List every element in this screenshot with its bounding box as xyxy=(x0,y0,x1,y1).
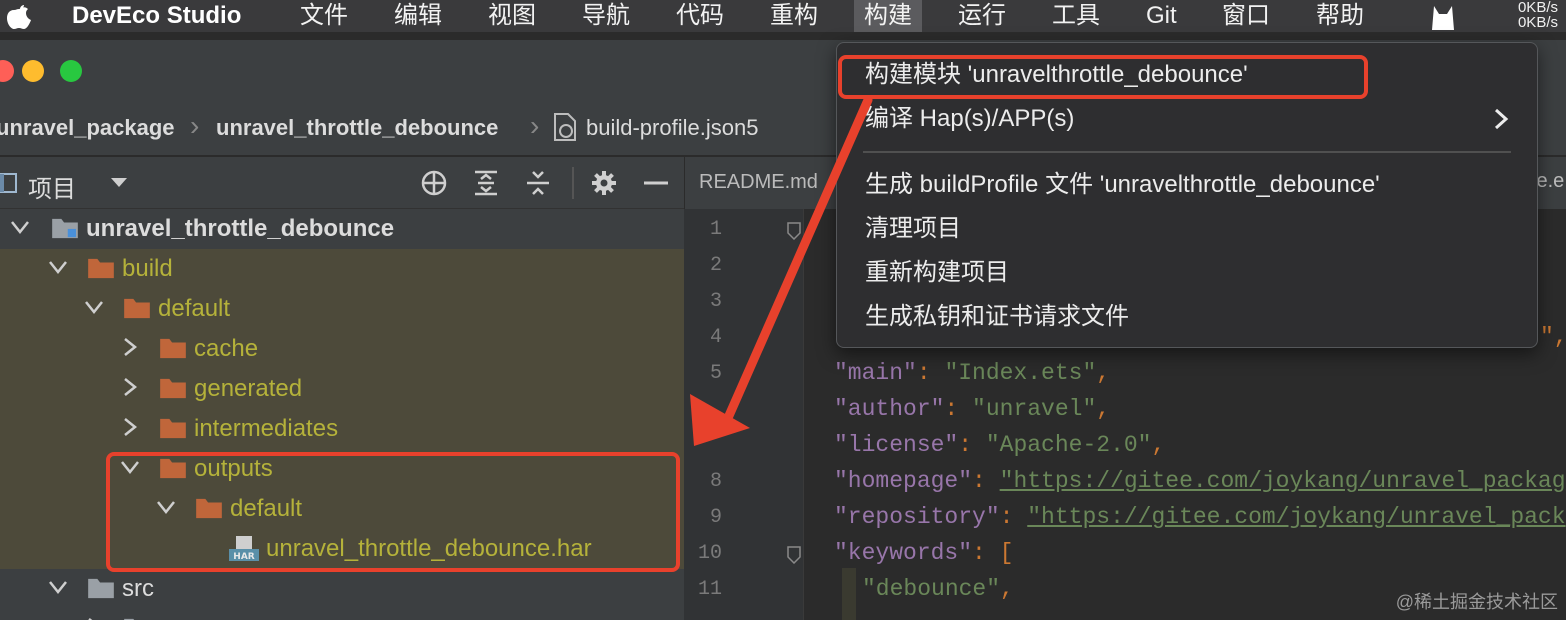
json-file-icon xyxy=(554,113,576,141)
folder-icon xyxy=(160,338,186,359)
line-number: 5 xyxy=(709,362,722,385)
tree-row-intermediates[interactable]: intermediates xyxy=(0,409,684,449)
menu-item-clean-project[interactable]: 清理项目 xyxy=(865,214,961,244)
code-line: "homepage": "https://gitee.com/joykang/u… xyxy=(834,468,1566,494)
zoom-window-button[interactable] xyxy=(60,60,82,82)
tree-row-cache[interactable]: cache xyxy=(0,329,684,369)
line-number: 11 xyxy=(697,578,722,601)
breadcrumb-item[interactable]: unravel_package xyxy=(0,114,175,142)
tab-readme[interactable]: README.md xyxy=(699,171,818,194)
menu-item-generate-key-csr[interactable]: 生成私钥和证书请求文件 xyxy=(865,302,1129,332)
menu-navigate[interactable]: 导航 xyxy=(582,0,630,32)
tree-label: default xyxy=(158,295,231,322)
breadcrumb-item[interactable]: build-profile.json5 xyxy=(586,114,758,142)
breadcrumb-separator-icon: › xyxy=(190,110,200,141)
menu-run[interactable]: 运行 xyxy=(958,0,1006,32)
menu-help[interactable]: 帮助 xyxy=(1316,0,1364,32)
folder-icon xyxy=(88,258,114,279)
menu-item-rebuild-project[interactable]: 重新构建项目 xyxy=(865,258,1009,288)
tree-row-default[interactable]: default xyxy=(0,289,684,329)
chevron-down-icon[interactable] xyxy=(48,577,68,597)
menu-tools[interactable]: 工具 xyxy=(1052,0,1100,32)
watermark: @稀土掘金技术社区 xyxy=(1395,592,1558,612)
project-view-icon xyxy=(0,173,17,193)
folder-icon xyxy=(160,378,186,399)
folder-icon xyxy=(88,578,114,599)
line-number: 9 xyxy=(709,506,722,529)
tree-label: unravel_throttle_debounce xyxy=(86,215,395,242)
chevron-right-icon[interactable] xyxy=(120,417,140,437)
tree-label: src xyxy=(122,575,154,602)
network-speed: 0KB/s 0KB/s xyxy=(1518,0,1558,30)
highlight-box-har-output xyxy=(106,452,680,572)
locate-file-icon[interactable] xyxy=(420,169,448,197)
menu-git[interactable]: Git xyxy=(1146,0,1177,32)
menu-item-generate-build-profile[interactable]: 生成 buildProfile 文件 'unravelthrottle_debo… xyxy=(865,170,1380,200)
chevron-down-icon[interactable] xyxy=(84,297,104,317)
chevron-down-icon[interactable] xyxy=(10,217,30,237)
minimize-panel-icon[interactable] xyxy=(642,169,670,197)
gear-icon[interactable] xyxy=(590,169,618,197)
chevron-right-icon[interactable] xyxy=(120,337,140,357)
tree-row-partial[interactable] xyxy=(0,609,684,620)
collapse-all-icon[interactable] xyxy=(524,169,552,197)
code-line: "keywords": [ xyxy=(834,540,1014,566)
menu-refactor[interactable]: 重构 xyxy=(770,0,818,32)
tree-row-src[interactable]: src xyxy=(0,569,684,609)
app-name[interactable]: DevEco Studio xyxy=(72,0,241,32)
code-line: "license": "Apache-2.0", xyxy=(834,432,1166,458)
tree-row-build[interactable]: build xyxy=(0,249,684,289)
menu-file[interactable]: 文件 xyxy=(300,0,348,32)
tree-label: build xyxy=(122,255,173,282)
menu-edit[interactable]: 编辑 xyxy=(394,0,442,32)
code-line: "main": "Index.ets", xyxy=(834,360,1111,386)
folder-icon xyxy=(160,418,186,439)
expand-all-icon[interactable] xyxy=(472,169,500,197)
tree-row-module[interactable]: unravel_throttle_debounce xyxy=(0,209,684,249)
toolbar-divider xyxy=(572,167,574,199)
code-line: "debounce", xyxy=(862,576,1014,602)
chevron-right-icon[interactable] xyxy=(120,377,140,397)
indent-guide xyxy=(842,568,856,620)
fold-icon[interactable] xyxy=(786,222,802,240)
breadcrumb-item[interactable]: unravel_throttle_debounce xyxy=(216,114,498,142)
code-line: "author": "unravel", xyxy=(834,396,1111,422)
status-cat-icon[interactable] xyxy=(1428,0,1458,32)
line-number: 3 xyxy=(709,290,722,313)
tree-row-generated[interactable]: generated xyxy=(0,369,684,409)
highlight-box-build-module xyxy=(838,55,1368,99)
menu-code[interactable]: 代码 xyxy=(676,0,724,32)
tree-label: cache xyxy=(194,335,259,362)
line-number: 4 xyxy=(709,326,722,349)
menu-window[interactable]: 窗口 xyxy=(1222,0,1270,32)
apple-icon[interactable] xyxy=(4,2,34,30)
line-number: 1 xyxy=(709,218,722,241)
chevron-right-icon xyxy=(1494,108,1509,130)
tree-label: intermediates xyxy=(194,415,339,442)
minimize-window-button[interactable] xyxy=(22,60,44,82)
menu-item-compile-hap-app[interactable]: 编译 Hap(s)/APP(s) xyxy=(865,104,1074,134)
line-number: 10 xyxy=(697,542,722,565)
line-number: 2 xyxy=(709,254,722,277)
folder-icon xyxy=(124,298,150,319)
line-number: 8 xyxy=(709,470,722,493)
chevron-down-icon[interactable] xyxy=(110,177,128,189)
menu-view[interactable]: 视图 xyxy=(488,0,536,32)
menu-separator xyxy=(863,151,1511,153)
code-line: "repository": "https://gitee.com/joykang… xyxy=(834,504,1566,530)
macos-menubar: DevEco Studio 文件 编辑 视图 导航 代码 重构 构建 运行 工具… xyxy=(0,0,1566,32)
module-folder-icon xyxy=(52,218,78,239)
fold-icon[interactable] xyxy=(786,546,802,564)
tree-label: generated xyxy=(194,375,303,402)
breadcrumb-separator-icon: › xyxy=(530,110,540,141)
net-upload: 0KB/s xyxy=(1517,0,1558,16)
project-panel-header: 项目 xyxy=(0,157,684,209)
project-panel-title[interactable]: 项目 xyxy=(28,169,76,204)
code-fragment: ", xyxy=(1540,324,1566,350)
net-download: 0KB/s xyxy=(1517,14,1558,31)
chevron-down-icon[interactable] xyxy=(48,257,68,277)
menu-build[interactable]: 构建 xyxy=(854,0,922,32)
